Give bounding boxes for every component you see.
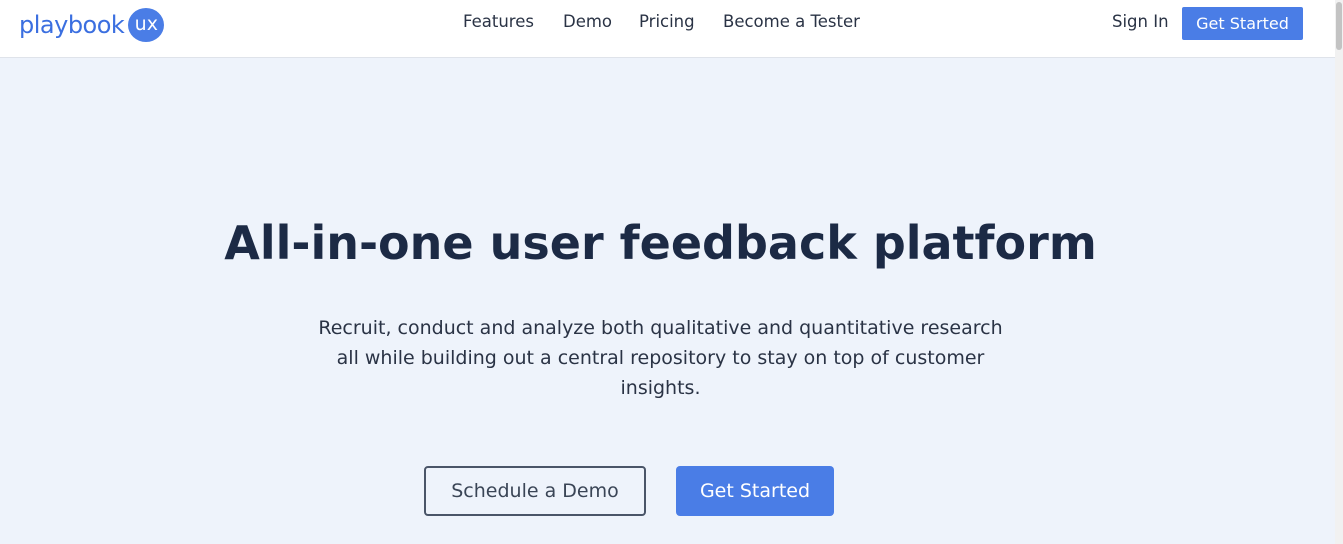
sign-in-link[interactable]: Sign In <box>1112 12 1169 31</box>
hero-get-started-button[interactable]: Get Started <box>676 466 834 516</box>
logo-wordmark: playbook <box>19 11 125 39</box>
hero-subtitle: Recruit, conduct and analyze both qualit… <box>318 317 1003 399</box>
hero-title: All-in-one user feedback platform <box>224 216 1097 270</box>
playbook-ux-logo[interactable]: playbook ux <box>19 7 165 43</box>
nav-link-demo[interactable]: Demo <box>563 12 612 31</box>
scrollbar-thumb[interactable] <box>1336 2 1342 50</box>
nav-link-pricing[interactable]: Pricing <box>639 12 695 31</box>
nav-link-features[interactable]: Features <box>463 12 534 31</box>
logo-badge: ux <box>128 8 165 42</box>
nav-link-become-a-tester[interactable]: Become a Tester <box>723 12 860 31</box>
header-get-started-button[interactable]: Get Started <box>1182 7 1303 40</box>
schedule-demo-button[interactable]: Schedule a Demo <box>424 466 646 516</box>
page-scrollbar[interactable] <box>1335 0 1343 544</box>
